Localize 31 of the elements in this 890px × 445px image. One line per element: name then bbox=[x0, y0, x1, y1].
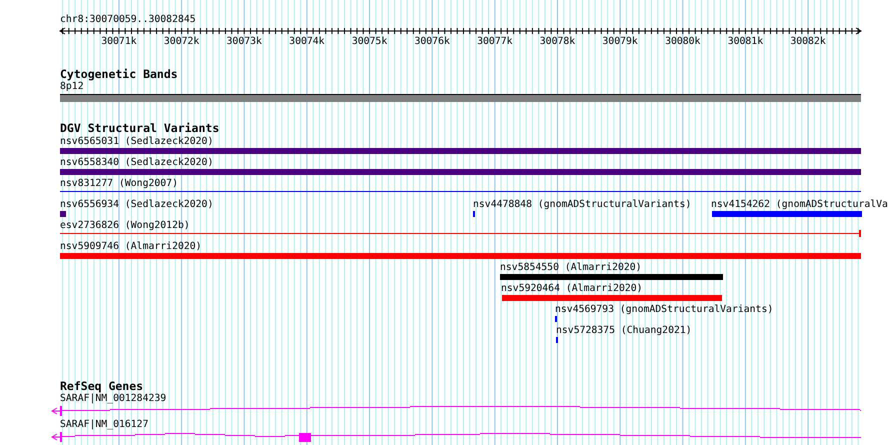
tick-label: 30080k bbox=[665, 36, 700, 48]
tick-label: 30082k bbox=[790, 36, 826, 48]
feature-label: nsv5909746 (Almarri2020) bbox=[60, 241, 202, 253]
track-title: Cytogenetic Bands bbox=[60, 68, 179, 81]
feature-label: nsv831277 (Wong2007) bbox=[60, 178, 178, 190]
band-label: 8p12 bbox=[60, 81, 85, 93]
feature-label: nsv4569793 (gnomADStructuralVariants) bbox=[555, 304, 774, 316]
feature-label: nsv5854550 (Almarri2020) bbox=[500, 262, 642, 274]
track-title: DGV Structural Variants bbox=[60, 122, 220, 135]
feature-label: nsv5728375 (Chuang2021) bbox=[556, 325, 692, 337]
location-label: chr8:30070059..30082845 bbox=[60, 13, 197, 26]
feature-label: esv2736826 (Wong2012b) bbox=[60, 220, 190, 232]
tick-label: 30075k bbox=[352, 36, 388, 48]
gene-label: SARAF|NM_016127 bbox=[60, 419, 150, 431]
tick-label: 30074k bbox=[289, 36, 325, 48]
tick-label: 30072k bbox=[164, 36, 200, 48]
feature-label: nsv6556934 (Sedlazeck2020) bbox=[60, 199, 214, 211]
tick-label: 30077k bbox=[477, 36, 513, 48]
tick-label: 30078k bbox=[540, 36, 576, 48]
feature-label: nsv5920464 (Almarri2020) bbox=[501, 283, 643, 295]
gene-label: SARAF|NM_001284239 bbox=[60, 393, 168, 405]
feature-label: nsv4154262 (gnomADStructuralVa bbox=[711, 199, 888, 211]
feature-label: nsv4478848 (gnomADStructuralVariants) bbox=[473, 199, 692, 211]
feature-label: nsv6565031 (Sedlazeck2020) bbox=[60, 136, 214, 148]
tick-label: 30071k bbox=[101, 36, 137, 48]
tick-label: 30073k bbox=[226, 36, 262, 48]
tick-label: 30079k bbox=[602, 36, 638, 48]
tick-label: 30076k bbox=[414, 36, 450, 48]
tick-label: 30081k bbox=[728, 36, 764, 48]
feature-label: nsv6558340 (Sedlazeck2020) bbox=[60, 157, 214, 169]
track-title: RefSeq Genes bbox=[60, 380, 144, 393]
